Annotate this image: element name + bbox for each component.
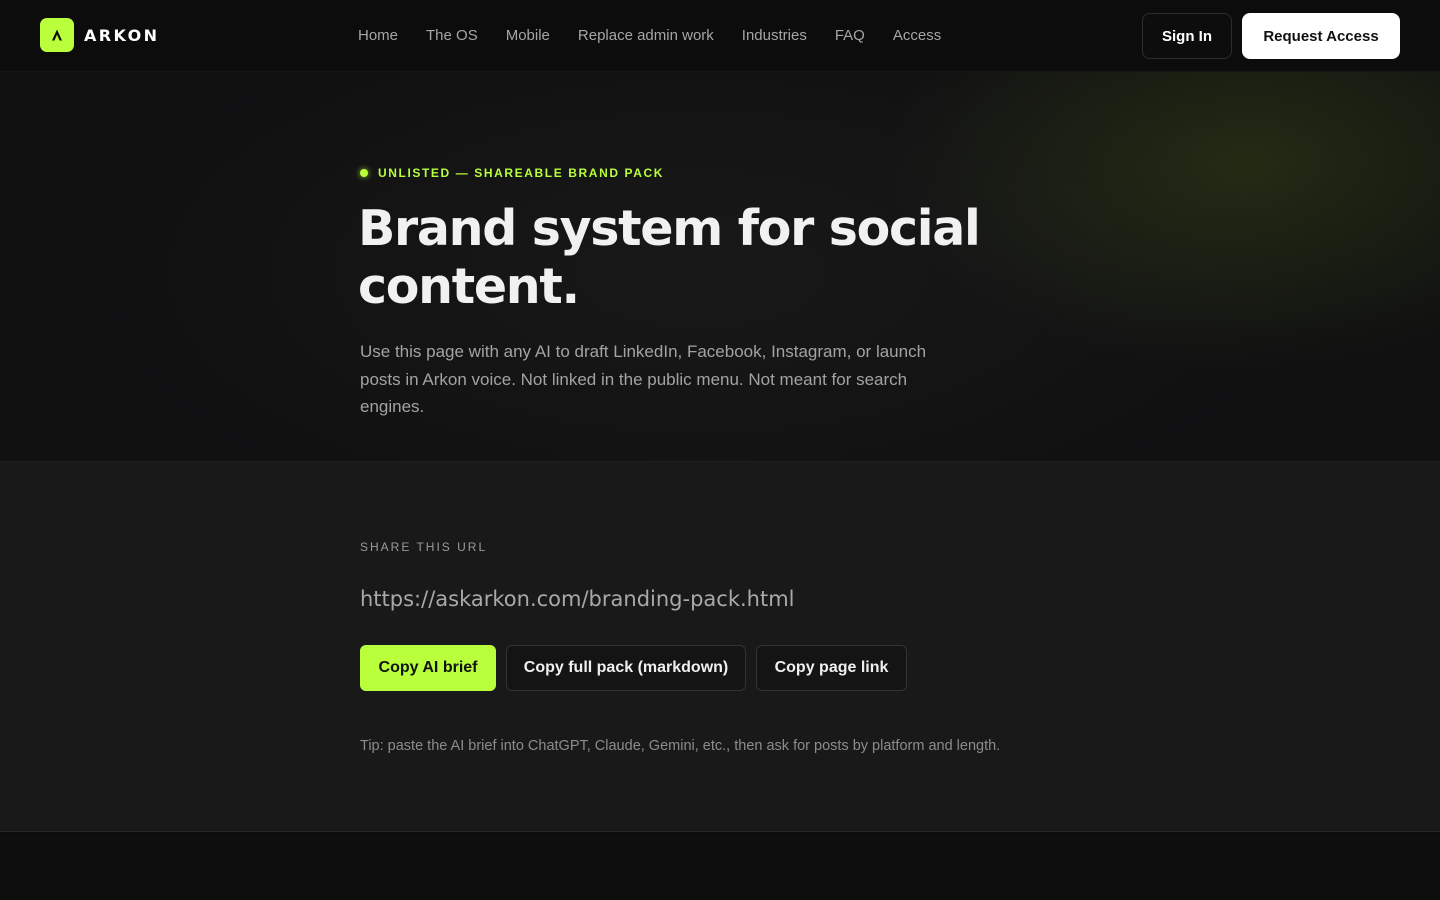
nav-item-mobile[interactable]: Mobile (506, 27, 550, 44)
copy-full-pack-button[interactable]: Copy full pack (markdown) (506, 645, 746, 691)
next-section-edge (0, 833, 1440, 900)
nav-item-the-os[interactable]: The OS (426, 27, 478, 44)
share-section: SHARE THIS URL https://askarkon.com/bran… (0, 462, 1440, 832)
eyebrow-badge: UNLISTED — SHAREABLE BRAND PACK (360, 165, 664, 181)
copy-page-link-button[interactable]: Copy page link (756, 645, 907, 691)
sign-in-button[interactable]: Sign In (1142, 13, 1232, 59)
nav-item-home[interactable]: Home (358, 27, 398, 44)
hero-section: UNLISTED — SHAREABLE BRAND PACK Brand sy… (0, 72, 1440, 462)
nav-item-faq[interactable]: FAQ (835, 27, 865, 44)
main-nav: Home The OS Mobile Replace admin work In… (358, 24, 969, 46)
page-title: Brand system for social content. (358, 200, 981, 315)
copy-ai-brief-button[interactable]: Copy AI brief (360, 645, 496, 691)
copy-button-row: Copy AI brief Copy full pack (markdown) … (360, 645, 917, 691)
brand-logo-link[interactable]: ARKON (40, 18, 159, 52)
arkon-logo-icon (40, 18, 74, 52)
share-label: SHARE THIS URL (360, 540, 488, 554)
top-navigation-bar: ARKON Home The OS Mobile Replace admin w… (0, 0, 1440, 72)
usage-tip: Tip: paste the AI brief into ChatGPT, Cl… (360, 738, 1001, 754)
hero-description: Use this page with any AI to draft Linke… (360, 342, 927, 416)
share-url: https://askarkon.com/branding-pack.html (360, 587, 795, 611)
nav-item-industries[interactable]: Industries (742, 27, 807, 44)
request-access-button[interactable]: Request Access (1242, 13, 1400, 59)
eyebrow-text: UNLISTED — SHAREABLE BRAND PACK (378, 166, 665, 180)
nav-item-access[interactable]: Access (893, 27, 941, 44)
status-dot-icon (360, 169, 368, 177)
brand-name: ARKON (84, 25, 160, 45)
nav-item-replace-admin-work[interactable]: Replace admin work (578, 27, 714, 44)
